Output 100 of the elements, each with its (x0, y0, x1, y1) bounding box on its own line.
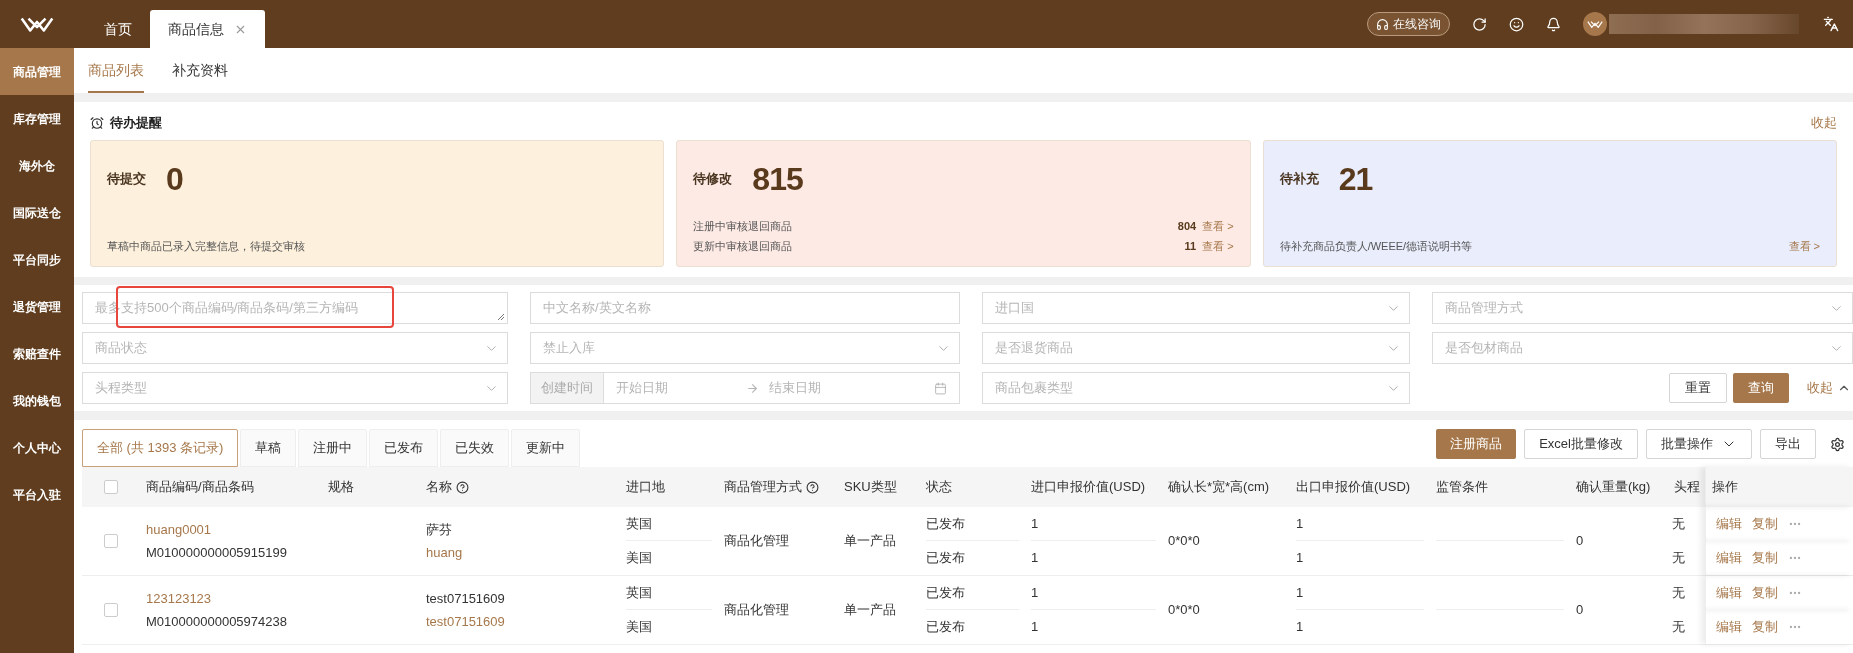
weight-text: 0 (1576, 601, 1584, 620)
sidebar-item[interactable]: 海外仓 (0, 142, 74, 189)
edit-link[interactable]: 编辑 (1716, 617, 1742, 637)
edit-link[interactable]: 编辑 (1716, 583, 1742, 603)
column-header: SKU类型 (844, 478, 897, 497)
excel-edit-button[interactable]: Excel批量修改 (1524, 429, 1638, 459)
card-count: 815 (752, 160, 803, 199)
first-leg-text: 无 (1672, 515, 1685, 534)
edit-link[interactable]: 编辑 (1716, 514, 1742, 534)
first-leg-text: 无 (1672, 584, 1685, 603)
sidebar-item[interactable]: 退货管理 (0, 283, 74, 330)
card-label: 待提交 (107, 170, 146, 189)
edit-link[interactable]: 编辑 (1716, 548, 1742, 568)
column-header: 进口地 (626, 478, 665, 497)
import-value: 1 (1031, 514, 1039, 533)
column-header: 进口申报价值(USD) (1031, 478, 1146, 497)
bell-icon[interactable] (1546, 16, 1561, 32)
select-field[interactable]: 是否包材商品 (1432, 332, 1853, 364)
barcode-text: M010000000005915199 (146, 544, 288, 562)
card-label: 待修改 (693, 170, 733, 189)
sidebar-item[interactable]: 我的钱包 (0, 377, 74, 424)
select-field[interactable]: 头程类型 (82, 372, 508, 404)
copy-link[interactable]: 复制 (1752, 548, 1778, 568)
sidebar-item[interactable]: 平台入驻 (0, 471, 74, 518)
status-tab[interactable]: 全部 (共 1393 条记录) (82, 429, 239, 467)
column-header: 商品编码/商品条码 (146, 478, 254, 497)
status-tab[interactable]: 草稿 (240, 429, 297, 467)
select-field[interactable]: 商品包裹类型 (982, 372, 1410, 404)
product-code-link[interactable]: huang0001 (146, 519, 322, 539)
logo-icon (20, 15, 54, 33)
arrow-right-icon (746, 381, 759, 395)
logo-icon (1587, 19, 1603, 29)
row-checkbox[interactable] (104, 603, 118, 617)
line-count: 804 (1177, 218, 1197, 234)
management-text: 商品化管理 (724, 601, 789, 620)
status-text: 已发布 (926, 514, 965, 533)
card-note: 注册中审核退回商品 (693, 218, 793, 234)
refresh-icon[interactable] (1472, 16, 1487, 32)
status-text: 已发布 (926, 583, 965, 602)
page-tab[interactable]: 商品信息 (150, 10, 265, 48)
reset-button[interactable]: 重置 (1669, 373, 1727, 403)
page-tab[interactable]: 首页 (86, 10, 150, 48)
status-tab[interactable]: 更新中 (511, 429, 581, 467)
collapse-filter-link[interactable]: 收起 (1807, 378, 1851, 398)
management-text: 商品化管理 (724, 532, 789, 551)
help-icon[interactable] (806, 480, 819, 494)
status-tab[interactable]: 注册中 (298, 429, 368, 467)
smile-icon[interactable] (1509, 16, 1524, 32)
settings-icon[interactable] (1830, 436, 1845, 452)
origin-text: 美国 (626, 618, 652, 637)
sidebar-item[interactable]: 个人中心 (0, 424, 74, 471)
sidebar-item[interactable]: 索赔查件 (0, 330, 74, 377)
online-consult-button[interactable]: 在线咨询 (1367, 12, 1450, 36)
select-field[interactable]: 商品管理方式 (1432, 292, 1853, 324)
sidebar-item[interactable]: 库存管理 (0, 95, 74, 142)
alarm-icon (90, 116, 104, 130)
export-value: 1 (1296, 618, 1304, 637)
column-header: 规格 (328, 478, 354, 497)
export-value: 1 (1296, 583, 1304, 602)
headset-icon (1376, 17, 1389, 31)
search-button[interactable]: 查询 (1733, 373, 1789, 403)
copy-link[interactable]: 复制 (1752, 617, 1778, 637)
select-field[interactable]: 是否退货商品 (982, 332, 1410, 364)
calendar-icon (934, 381, 947, 395)
select-field[interactable]: 禁止入库 (530, 332, 960, 364)
product-name: test07151609 (426, 589, 506, 608)
sidebar-item[interactable]: 平台同步 (0, 236, 74, 283)
select-field[interactable]: 商品状态 (82, 332, 508, 364)
translate-icon[interactable] (1823, 16, 1839, 32)
view-link[interactable]: 查看 > (1202, 217, 1234, 235)
column-header: 确认重量(kg) (1576, 478, 1651, 497)
status-tab[interactable]: 已失效 (440, 429, 510, 467)
help-icon[interactable] (456, 480, 469, 494)
start-date: 开始日期 (616, 379, 669, 398)
import-value: 1 (1031, 583, 1039, 602)
sidebar-item[interactable]: 国际送仓 (0, 189, 74, 236)
batch-action-dropdown[interactable]: 批量操作 (1646, 429, 1752, 459)
register-product-button[interactable]: 注册商品 (1436, 429, 1517, 459)
status-text: 已发布 (926, 618, 965, 637)
row-checkbox[interactable] (104, 534, 118, 548)
select-field[interactable]: 进口国 (982, 292, 1410, 324)
dimensions-text: 0*0*0 (1168, 532, 1200, 551)
view-link[interactable]: 查看 > (1788, 237, 1820, 255)
sub-tab[interactable]: 商品列表 (88, 48, 144, 93)
date-range-field[interactable]: 开始日期 结束日期 (604, 372, 960, 404)
sub-tab[interactable]: 补充资料 (172, 48, 228, 93)
product-name-en: test07151609 (426, 613, 506, 631)
select-all-checkbox[interactable] (104, 480, 118, 494)
sku-type-text: 单一产品 (844, 601, 896, 620)
status-tab[interactable]: 已发布 (369, 429, 439, 467)
product-code-link[interactable]: 123123123 (146, 588, 322, 608)
sidebar-item[interactable]: 商品管理 (0, 48, 74, 95)
copy-link[interactable]: 复制 (1752, 583, 1778, 603)
avatar[interactable] (1583, 12, 1607, 36)
view-link[interactable]: 查看 > (1202, 237, 1234, 255)
name-search-field[interactable]: 中文名称/英文名称 (530, 292, 960, 324)
copy-link[interactable]: 复制 (1752, 514, 1778, 534)
column-header: 头程 (1674, 478, 1700, 497)
collapse-link[interactable]: 收起 (1811, 113, 1837, 133)
export-button[interactable]: 导出 (1760, 429, 1816, 459)
